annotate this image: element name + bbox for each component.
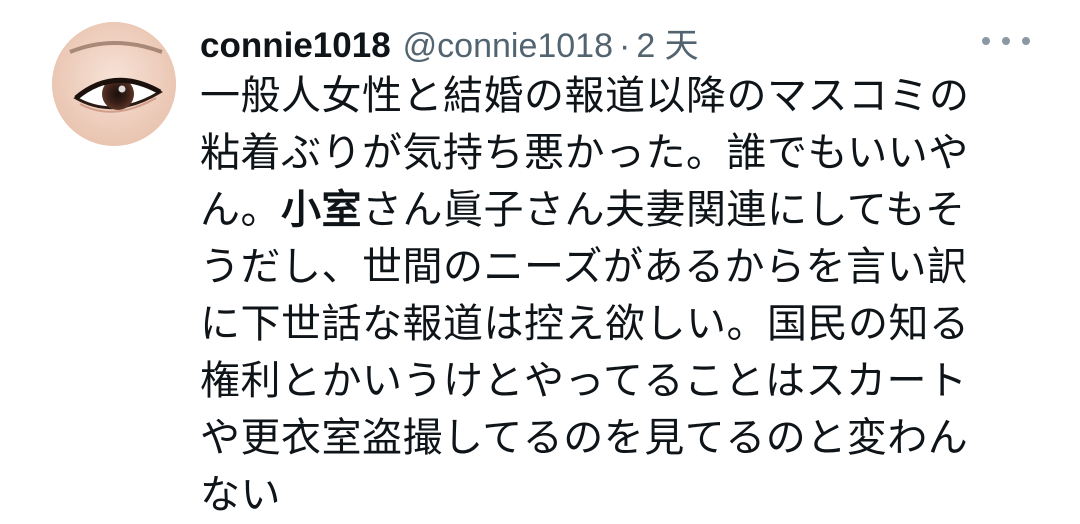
- tweet-text-line: 粘着ぶりが気持ち悪かった。誰でもいいや: [200, 130, 969, 176]
- tweet-text-line: ない: [200, 472, 281, 518]
- dot-2: [1002, 37, 1010, 45]
- dot-3: [1022, 37, 1030, 45]
- timestamp[interactable]: 2 天: [636, 18, 698, 67]
- avatar[interactable]: [52, 22, 176, 146]
- highlighted-keyword: 小室: [281, 187, 362, 233]
- tweet-text-line: 権利とかいうけとやってることはスカート: [200, 358, 968, 404]
- tweet: connie1018 @connie1018 · 2 天 一般人女性と結婚の報道…: [0, 0, 1080, 524]
- tweet-text-line: に下世話な報道は控え欲しい。国民の知る: [200, 301, 970, 347]
- eye-avatar-icon: [52, 22, 176, 146]
- tweet-text: 一般人女性と結婚の報道以降のマスコミの 粘着ぶりが気持ち悪かった。誰でもいいや …: [200, 68, 1000, 524]
- more-dots-icon[interactable]: [982, 28, 1030, 54]
- separator-dot: ·: [619, 27, 631, 65]
- user-handle[interactable]: @connie1018: [403, 27, 613, 66]
- tweet-text-line: ん。小室さん眞子さん夫妻関連にしてもそ: [200, 182, 1000, 239]
- tweet-text-segment: さん眞子さん夫妻関連にしてもそ: [362, 187, 966, 233]
- tweet-header: connie1018 @connie1018 · 2 天: [200, 18, 699, 68]
- dot-1: [982, 37, 990, 45]
- tweet-text-line: 一般人女性と結婚の報道以降のマスコミの: [200, 73, 970, 119]
- tweet-text-line: うだし、世間のニーズがあるからを言い訳: [200, 244, 968, 290]
- tweet-text-line: や更衣室盗撮してるのを見てるのと変わん: [200, 415, 969, 461]
- display-name[interactable]: connie1018: [200, 26, 391, 66]
- tweet-text-segment: ん。: [200, 187, 281, 233]
